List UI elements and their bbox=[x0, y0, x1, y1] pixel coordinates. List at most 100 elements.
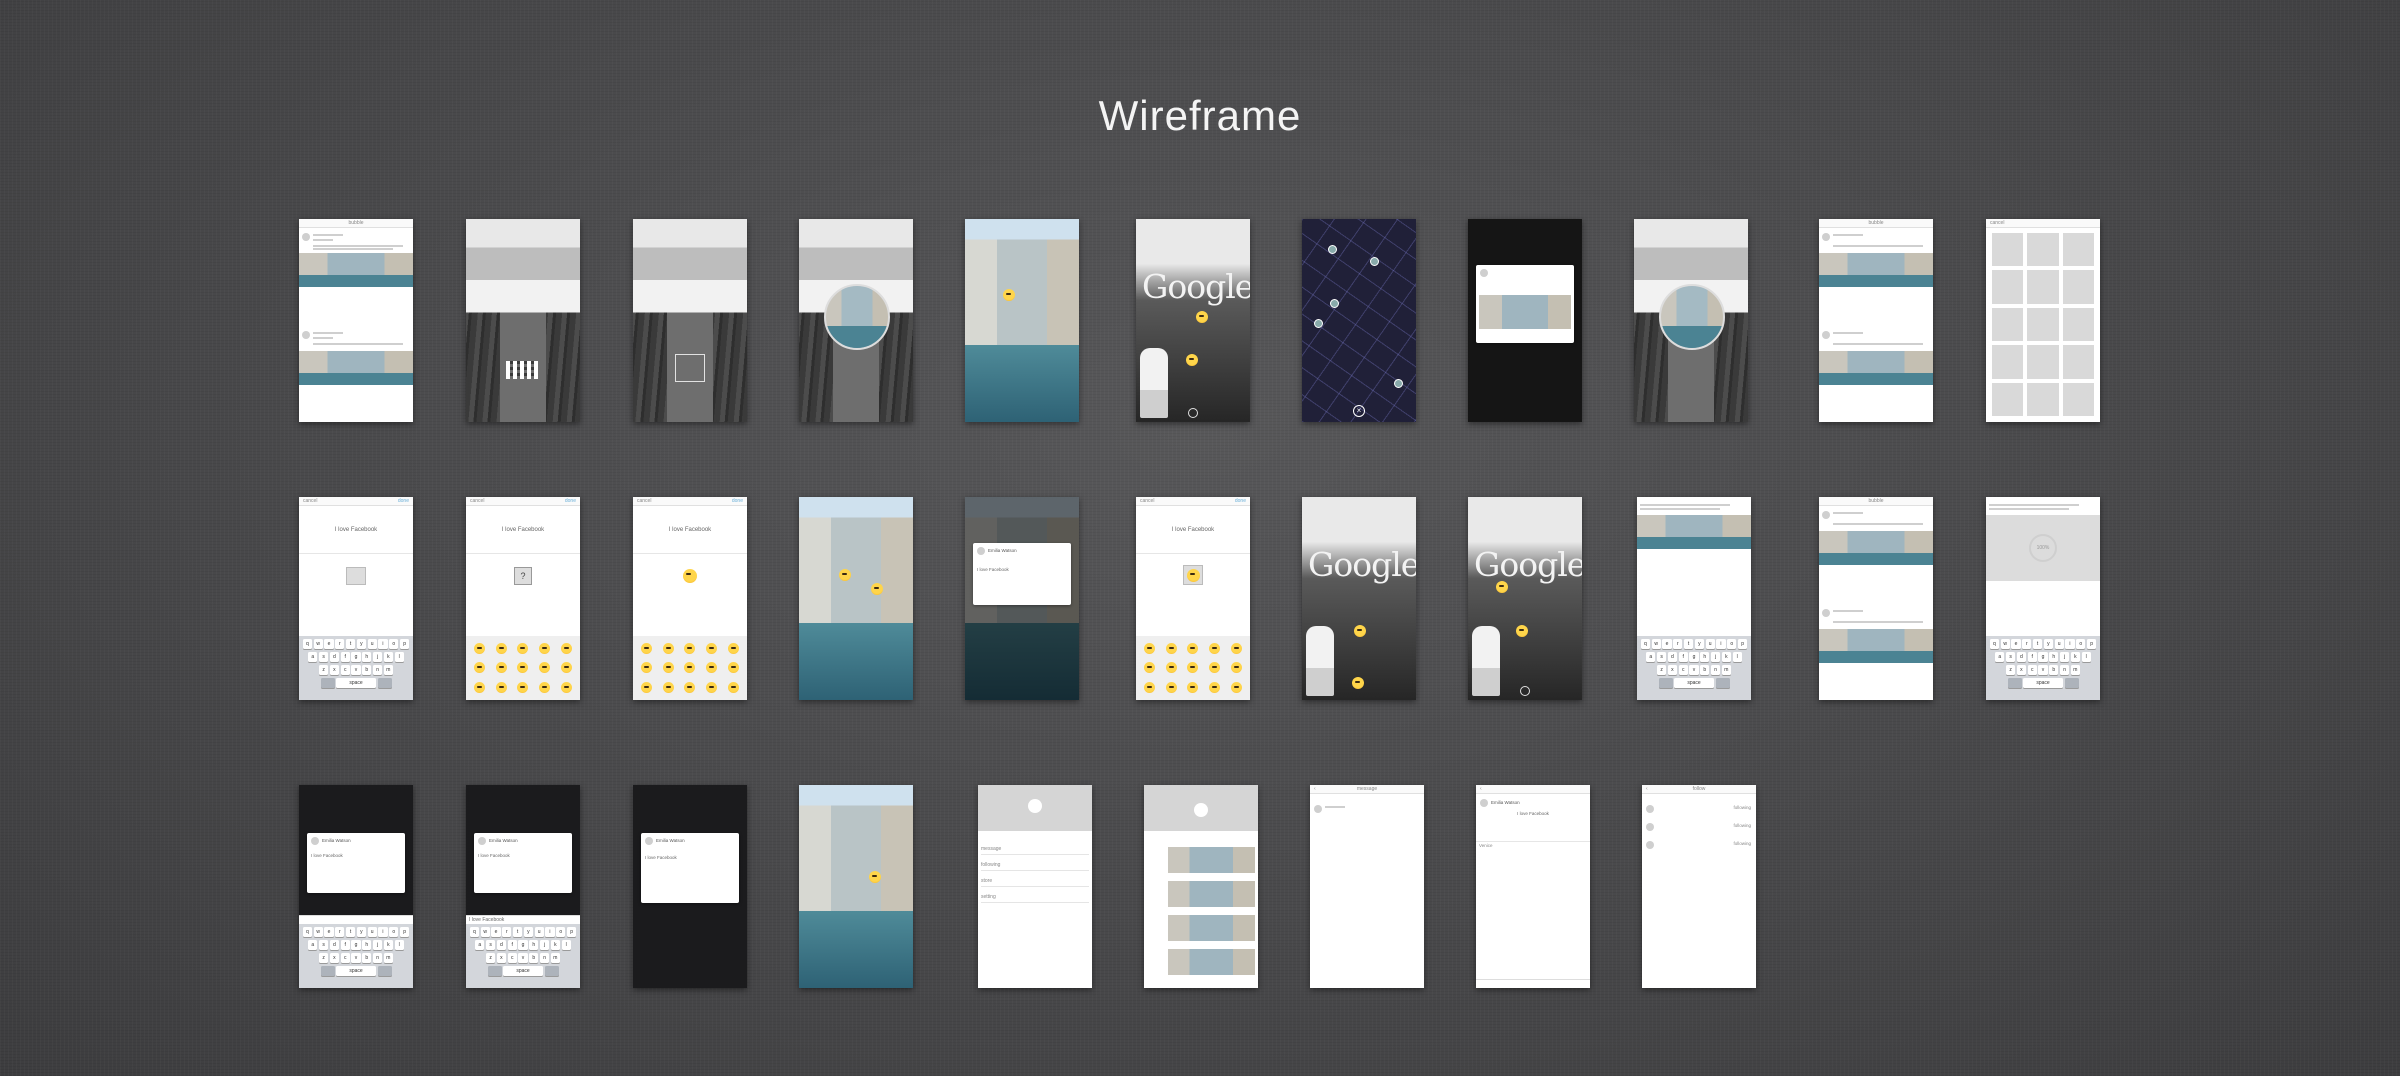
menu-item-following[interactable]: following bbox=[981, 859, 1089, 871]
emoji-sticker[interactable] bbox=[983, 347, 995, 359]
shutter-button[interactable] bbox=[1188, 408, 1198, 418]
thumbnail[interactable] bbox=[2027, 233, 2059, 267]
key[interactable]: y bbox=[356, 639, 367, 649]
emoji-option[interactable] bbox=[1144, 662, 1156, 674]
menu-item-setting[interactable]: setting bbox=[981, 891, 1089, 903]
key[interactable]: a bbox=[475, 940, 485, 950]
emoji-option[interactable] bbox=[1187, 643, 1199, 655]
key[interactable]: k bbox=[1721, 652, 1732, 662]
thumbnail[interactable] bbox=[1992, 270, 2024, 304]
key[interactable]: q bbox=[1640, 639, 1651, 649]
key[interactable]: h bbox=[362, 652, 372, 662]
emoji-sticker[interactable] bbox=[1516, 625, 1528, 637]
key[interactable]: r bbox=[335, 927, 345, 937]
post-thumbnail[interactable] bbox=[1168, 881, 1255, 907]
text-field[interactable]: I love Facebook bbox=[466, 527, 580, 533]
key[interactable]: o bbox=[389, 927, 399, 937]
thumbnail[interactable] bbox=[2062, 307, 2094, 342]
thumbnail[interactable] bbox=[2062, 345, 2094, 379]
emoji-picker[interactable] bbox=[1136, 636, 1250, 700]
key[interactable]: y bbox=[1694, 639, 1705, 649]
key[interactable]: d bbox=[1667, 652, 1678, 662]
key[interactable]: f bbox=[2027, 652, 2037, 662]
keyboard[interactable]: qwertyuiop asdfghjkl zxcvbnm space bbox=[1637, 636, 1751, 700]
key[interactable]: g bbox=[2038, 652, 2048, 662]
screen-feed[interactable]: bubble bbox=[299, 219, 413, 422]
key[interactable]: b bbox=[529, 953, 539, 963]
key[interactable]: c bbox=[1678, 665, 1688, 675]
key[interactable] bbox=[1658, 678, 1673, 688]
cancel-button[interactable]: cancel bbox=[637, 497, 651, 506]
key[interactable]: v bbox=[2038, 665, 2048, 675]
emoji-option[interactable] bbox=[1209, 681, 1221, 693]
key[interactable]: o bbox=[389, 639, 399, 649]
key[interactable]: t bbox=[345, 927, 356, 937]
key[interactable]: t bbox=[345, 639, 356, 649]
emoji-sticker[interactable] bbox=[1003, 289, 1015, 301]
emoji-option[interactable] bbox=[560, 681, 572, 693]
key[interactable]: n bbox=[1710, 665, 1721, 675]
key[interactable]: i bbox=[545, 927, 555, 937]
map-pin[interactable] bbox=[1394, 379, 1403, 388]
key[interactable]: s bbox=[485, 940, 496, 950]
key[interactable]: f bbox=[1678, 652, 1688, 662]
thumbnail[interactable] bbox=[2027, 270, 2059, 304]
emoji-option[interactable] bbox=[727, 643, 739, 655]
key[interactable]: z bbox=[2005, 665, 2016, 675]
key[interactable]: h bbox=[1700, 652, 1710, 662]
emoji-option[interactable] bbox=[495, 681, 507, 693]
thumbnail[interactable] bbox=[1992, 345, 2024, 379]
key[interactable]: e bbox=[1662, 639, 1672, 649]
screen-compose-emoji-selected[interactable]: cancel done I love Facebook bbox=[1136, 497, 1250, 700]
key[interactable]: s bbox=[1656, 652, 1667, 662]
key[interactable]: d bbox=[496, 940, 507, 950]
key[interactable]: j bbox=[539, 940, 550, 950]
screen-album-grid[interactable]: cancel bbox=[1986, 219, 2100, 422]
key[interactable]: e bbox=[324, 639, 334, 649]
key[interactable]: a bbox=[1646, 652, 1656, 662]
screen-compose-keyboard[interactable]: cancel done I love Facebook qwertyuiop as… bbox=[299, 497, 413, 700]
key[interactable]: u bbox=[534, 927, 544, 937]
screen-comment-detail[interactable]: ‹ Emilia Watson I love Facebook Venice bbox=[1476, 785, 1590, 988]
post-thumbnail[interactable] bbox=[1168, 949, 1255, 975]
cancel-button[interactable]: cancel bbox=[303, 497, 317, 506]
space-key[interactable]: space bbox=[336, 966, 376, 976]
key[interactable]: o bbox=[556, 927, 566, 937]
key[interactable]: g bbox=[1689, 652, 1699, 662]
key[interactable]: d bbox=[2016, 652, 2027, 662]
key[interactable]: z bbox=[318, 953, 329, 963]
key[interactable]: j bbox=[372, 652, 383, 662]
key[interactable]: t bbox=[1683, 639, 1694, 649]
emoji-option[interactable] bbox=[1165, 662, 1177, 674]
key[interactable]: g bbox=[518, 940, 528, 950]
menu-item-store[interactable]: store bbox=[981, 875, 1089, 887]
key[interactable]: w bbox=[480, 927, 490, 937]
screen-venice-emoji[interactable] bbox=[799, 785, 913, 988]
key[interactable]: y bbox=[356, 927, 367, 937]
key[interactable]: m bbox=[383, 665, 394, 675]
key[interactable]: p bbox=[1737, 639, 1748, 649]
post-thumbnail[interactable] bbox=[1168, 915, 1255, 941]
cancel-button[interactable]: cancel bbox=[470, 497, 484, 506]
key[interactable]: z bbox=[1656, 665, 1667, 675]
space-key[interactable]: space bbox=[503, 966, 543, 976]
key[interactable]: l bbox=[1732, 652, 1742, 662]
screen-venice-emoji[interactable] bbox=[965, 219, 1079, 422]
thumbnail[interactable] bbox=[2062, 382, 2094, 416]
key[interactable]: k bbox=[550, 940, 561, 950]
emoji-option[interactable] bbox=[517, 681, 529, 693]
emoji-option[interactable] bbox=[684, 662, 696, 674]
key[interactable]: q bbox=[1989, 639, 2000, 649]
cancel-button[interactable]: cancel bbox=[1990, 219, 2004, 228]
emoji-option[interactable] bbox=[517, 643, 529, 655]
emoji-sticker[interactable] bbox=[815, 625, 827, 637]
key[interactable]: w bbox=[313, 927, 323, 937]
screen-comment-keyboard[interactable]: Emilia Watson I love Facebook qwertyuiop… bbox=[299, 785, 413, 988]
key[interactable]: u bbox=[1705, 639, 1715, 649]
key[interactable]: h bbox=[362, 940, 372, 950]
emoji-sticker[interactable] bbox=[869, 871, 881, 883]
key[interactable]: c bbox=[2027, 665, 2037, 675]
menu-item-message[interactable]: message bbox=[981, 843, 1089, 855]
key[interactable]: e bbox=[324, 927, 334, 937]
emoji-picker[interactable] bbox=[633, 636, 747, 700]
